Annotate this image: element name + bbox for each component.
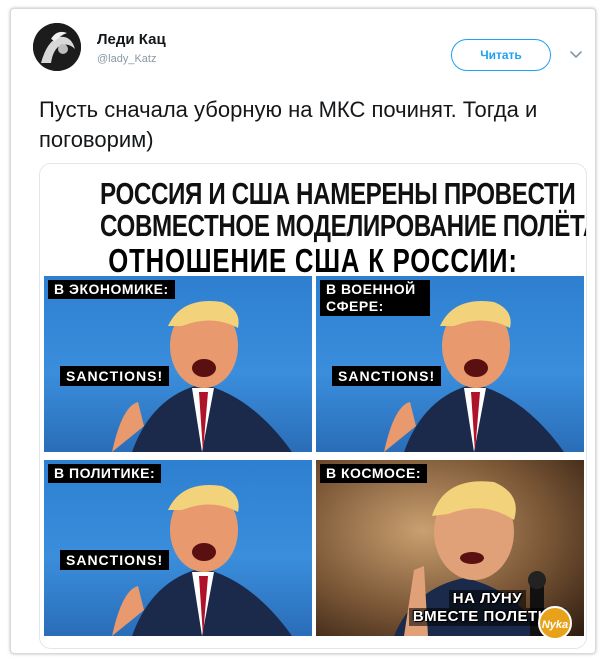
panel-label: В ВОЕННОЙ СФЕРЕ: bbox=[320, 280, 430, 316]
person-figure bbox=[112, 485, 292, 636]
user-handle[interactable]: @lady_Katz bbox=[97, 53, 156, 65]
moon-caption-line: НА ЛУНУ bbox=[448, 590, 527, 608]
meme-panel: В ЭКОНОМИКЕ: SANCTIONS! bbox=[44, 276, 312, 452]
speech-caption: SANCTIONS! bbox=[332, 366, 442, 386]
chevron-down-icon[interactable] bbox=[567, 45, 585, 63]
tweet-text: Пусть сначала уборную на МКС починят. То… bbox=[39, 97, 538, 152]
meme-panel: В ВОЕННОЙ СФЕРЕ: SANCTIONS! bbox=[316, 276, 584, 452]
meme-panel: В ПОЛИТИКЕ: SANCTIONS! bbox=[44, 460, 312, 636]
watermark-logo: Nyka bbox=[538, 606, 572, 640]
follow-button[interactable]: Читать bbox=[451, 39, 551, 71]
meme-headline: СОВМЕСТНОЕ МОДЕЛИРОВАНИЕ ПОЛЁТА НА ЛУНУ bbox=[100, 208, 586, 243]
meme-image[interactable]: РОССИЯ И США НАМЕРЕНЫ ПРОВЕСТИ СОВМЕСТНО… bbox=[39, 163, 587, 649]
panel-label: В ЭКОНОМИКЕ: bbox=[48, 280, 175, 299]
speech-caption: SANCTIONS! bbox=[60, 550, 170, 570]
speech-caption: SANCTIONS! bbox=[60, 366, 170, 386]
display-name[interactable]: Леди Кац bbox=[97, 31, 166, 48]
panel-label: В КОСМОСЕ: bbox=[320, 464, 428, 483]
person-figure bbox=[112, 301, 292, 452]
tweet-card: Леди Кац @lady_Katz Читать Пусть сначала… bbox=[10, 8, 596, 654]
meme-subheadline: ОТНОШЕНИЕ США К РОССИИ: bbox=[108, 242, 518, 279]
panel-label: В ПОЛИТИКЕ: bbox=[48, 464, 162, 483]
avatar[interactable] bbox=[33, 23, 81, 71]
meme-headline: РОССИЯ И США НАМЕРЕНЫ ПРОВЕСТИ bbox=[100, 176, 576, 211]
